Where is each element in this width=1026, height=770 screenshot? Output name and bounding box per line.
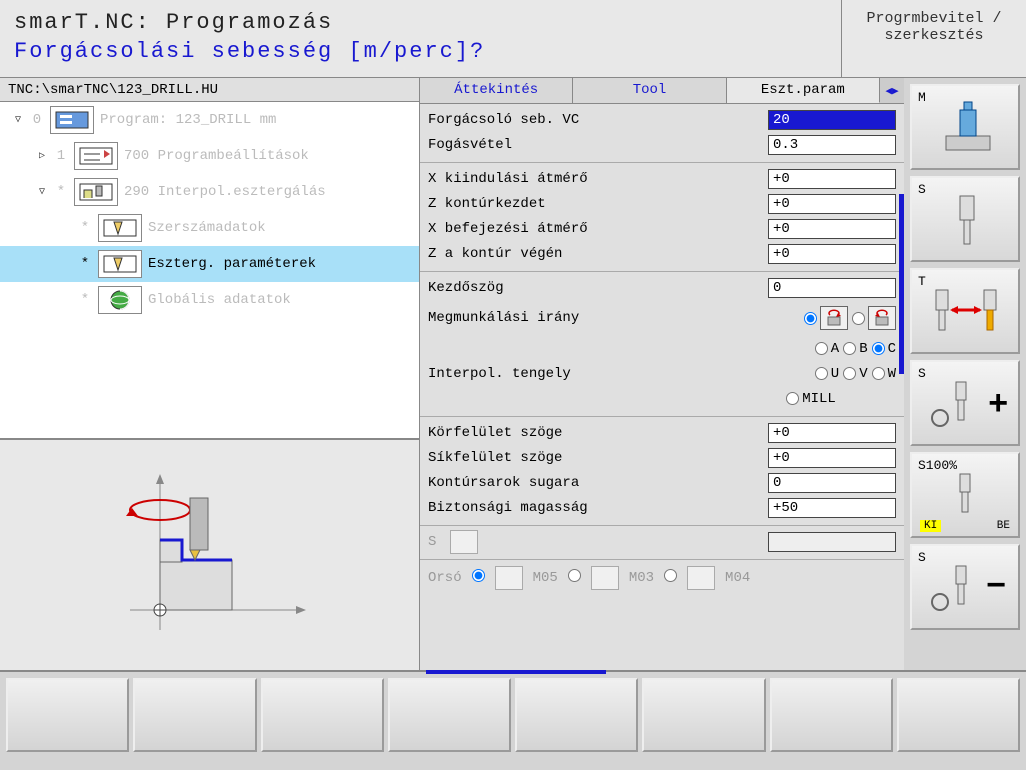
tree-row[interactable]: * Globális adatatok	[0, 282, 419, 318]
tree-item-label: Szerszámadatok	[148, 220, 266, 236]
dir-label: Megmunkálási irány	[428, 310, 718, 326]
softkey-2[interactable]	[133, 678, 256, 752]
tree-row[interactable]: * Eszterg. paraméterek	[0, 246, 419, 282]
prompt-text: Forgácsolási sebesség [m/perc]?	[14, 39, 827, 64]
tree-item-icon	[74, 142, 118, 170]
tree-item-label: 700 Programbeállítások	[124, 148, 309, 164]
s-input[interactable]	[768, 532, 896, 552]
flat-input[interactable]	[768, 448, 896, 468]
flat-label: Síkfelület szöge	[428, 450, 760, 466]
tool-change-icon	[916, 276, 1014, 346]
xstart-label: X kiindulási átmérő	[428, 171, 760, 187]
side-btn-s[interactable]: S	[910, 176, 1020, 262]
spindle-ccw-icon	[687, 566, 715, 590]
axis-w[interactable]: W	[872, 366, 896, 382]
softkey-1[interactable]	[6, 678, 129, 752]
svg-text:−: −	[986, 569, 1006, 607]
safe-label: Biztonsági magasság	[428, 500, 760, 516]
tool-plus-icon: +	[916, 368, 1014, 438]
side-btn-s-plus[interactable]: S +	[910, 360, 1020, 446]
axis-a[interactable]: A	[815, 341, 839, 357]
turning-preview-icon	[100, 460, 320, 650]
startang-label: Kezdőszög	[428, 280, 760, 296]
dir-cw[interactable]	[804, 306, 848, 330]
tree-item-icon	[74, 178, 118, 206]
xend-label: X befejezési átmérő	[428, 221, 760, 237]
tab-tool[interactable]: Tool	[573, 78, 726, 103]
softkey-6[interactable]	[642, 678, 765, 752]
softkey-4[interactable]	[388, 678, 511, 752]
xend-input[interactable]	[768, 219, 896, 239]
spindle-cw-icon	[591, 566, 619, 590]
softkey-page-indicator	[426, 670, 606, 674]
zstart-input[interactable]	[768, 194, 896, 214]
feed-label: Fogásvétel	[428, 137, 760, 153]
app-title: smarT.NC: Programozás	[14, 10, 827, 35]
tree-item-label: Globális adatatok	[148, 292, 291, 308]
tree-item-icon	[98, 214, 142, 242]
circ-label: Körfelület szöge	[428, 425, 760, 441]
spindle-default[interactable]	[472, 569, 485, 587]
softkey-3[interactable]	[261, 678, 384, 752]
vc-label: Forgácsoló seb. VC	[428, 112, 760, 128]
spindle-m03[interactable]	[664, 569, 677, 587]
tree-row[interactable]: ▷ 1 700 Programbeállítások	[0, 138, 419, 174]
scroll-indicator[interactable]	[899, 194, 904, 374]
spindle-row: Orsó M05 M03 M04	[420, 560, 904, 596]
circ-input[interactable]	[768, 423, 896, 443]
safe-input[interactable]	[768, 498, 896, 518]
xstart-input[interactable]	[768, 169, 896, 189]
corner-input[interactable]	[768, 473, 896, 493]
svg-text:+: +	[988, 387, 1008, 425]
s-label: S	[428, 534, 442, 550]
tab-params[interactable]: Eszt.param	[727, 78, 880, 103]
program-tree[interactable]: ▽ 0 Program: 123_DRILL mm ▷ 1 700 Progra…	[0, 102, 419, 438]
side-btn-s-minus[interactable]: S −	[910, 544, 1020, 630]
axis-c[interactable]: C	[872, 341, 896, 357]
startang-input[interactable]	[768, 278, 896, 298]
tree-item-icon	[50, 106, 94, 134]
spindle-m05[interactable]	[568, 569, 581, 587]
axis-label: Interpol. tengely	[428, 366, 718, 382]
tree-row[interactable]: ▽ * 290 Interpol.esztergálás	[0, 174, 419, 210]
dir-ccw[interactable]	[852, 306, 896, 330]
file-path: TNC:\smarTNC\123_DRILL.HU	[0, 78, 419, 102]
spindle-off-icon	[495, 566, 523, 590]
tab-scroll-icon[interactable]: ◀▶	[880, 78, 904, 103]
preview-pane	[0, 438, 419, 670]
tree-item-icon	[98, 286, 142, 314]
tree-item-label: Program: 123_DRILL mm	[100, 112, 276, 128]
side-btn-t[interactable]: T	[910, 268, 1020, 354]
feed-input[interactable]	[768, 135, 896, 155]
tree-row[interactable]: * Szerszámadatok	[0, 210, 419, 246]
tree-item-label: 290 Interpol.esztergálás	[124, 184, 326, 200]
ccw-icon	[868, 306, 896, 330]
vc-input[interactable]	[768, 110, 896, 130]
axis-v[interactable]: V	[843, 366, 867, 382]
tree-item-icon	[98, 250, 142, 278]
tree-row[interactable]: ▽ 0 Program: 123_DRILL mm	[0, 102, 419, 138]
mode-label: Progrmbevitel / szerkesztés	[842, 0, 1026, 77]
tool-minus-icon: −	[916, 552, 1014, 622]
corner-label: Kontúrsarok sugara	[428, 475, 760, 491]
zend-input[interactable]	[768, 244, 896, 264]
axis-u[interactable]: U	[815, 366, 839, 382]
side-btn-m[interactable]: M	[910, 84, 1020, 170]
zstart-label: Z kontúrkezdet	[428, 196, 760, 212]
machine-icon	[916, 92, 1014, 162]
softkey-8[interactable]	[897, 678, 1020, 752]
tool-icon	[916, 184, 1014, 254]
axis-b[interactable]: B	[843, 341, 867, 357]
zend-label: Z a kontúr végén	[428, 246, 760, 262]
softkey-5[interactable]	[515, 678, 638, 752]
tree-item-label: Eszterg. paraméterek	[148, 256, 316, 272]
cw-icon	[820, 306, 848, 330]
spindle-s-icon	[450, 530, 478, 554]
tab-overview[interactable]: Áttekintés	[420, 78, 573, 103]
axis-mill[interactable]: MILL	[786, 391, 836, 407]
side-btn-s100[interactable]: S100% KI BE	[910, 452, 1020, 538]
softkey-7[interactable]	[770, 678, 893, 752]
